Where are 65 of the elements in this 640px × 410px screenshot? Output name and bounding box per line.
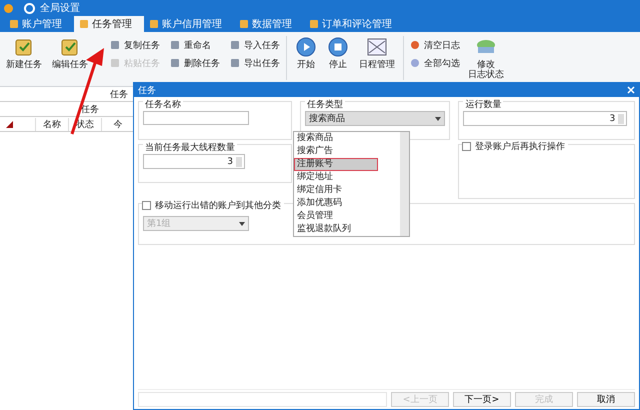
square-icon: [230, 58, 240, 68]
input-field[interactable]: [143, 111, 249, 125]
app-logo-icon: [4, 4, 13, 12]
dropdown-option[interactable]: 搜索广告: [294, 145, 394, 158]
field-label: 运行数量: [463, 98, 504, 111]
group-label: 任务: [110, 88, 128, 100]
square-icon: [170, 58, 180, 68]
tab-icon: [10, 20, 18, 28]
dialog-button[interactable]: 取消: [577, 392, 635, 407]
square-icon: [110, 40, 120, 50]
dot-icon: [410, 40, 420, 50]
tab[interactable]: 订单和评论管理: [304, 16, 404, 32]
tab[interactable]: 任务管理: [74, 16, 144, 32]
column-header[interactable]: 名称: [35, 118, 68, 130]
square-icon: [230, 40, 240, 50]
dropdown-option[interactable]: 搜索商品: [294, 132, 394, 145]
tab[interactable]: 账户信用管理: [144, 16, 234, 32]
stop-icon: [327, 36, 349, 58]
sort-icon: [6, 120, 13, 128]
dropdown-option[interactable]: 会员管理: [294, 210, 394, 223]
dropdown-option[interactable]: 添加优惠码: [294, 197, 394, 210]
tab-icon: [80, 20, 88, 28]
ribbon-button[interactable]: 删除任务: [170, 54, 220, 72]
play-icon: [295, 36, 317, 58]
tab[interactable]: 账户管理: [4, 16, 74, 32]
dropdown-option[interactable]: 监视退款队列: [294, 223, 394, 236]
ribbon-button[interactable]: 日程管理: [357, 36, 397, 71]
window-title: 全局设置: [40, 2, 80, 15]
dialog-button[interactable]: 下一页>: [453, 392, 511, 407]
ribbon-button[interactable]: 新建任务: [4, 36, 44, 71]
square-icon: [110, 58, 120, 68]
number-field[interactable]: 3: [143, 154, 245, 169]
tab-icon: [310, 20, 318, 28]
dropdown-option[interactable]: 绑定地址: [294, 171, 394, 184]
tab-icon: [150, 20, 158, 28]
dot-icon: [410, 58, 420, 68]
ribbon-button[interactable]: 清空日志: [410, 36, 460, 54]
scrollbar[interactable]: [400, 132, 409, 236]
ribbon-button[interactable]: 导出任务: [230, 54, 280, 72]
dialog-title: 任务: [138, 84, 156, 96]
ribbon-button[interactable]: 全部勾选: [410, 54, 460, 72]
dropdown-field[interactable]: 搜索商品: [305, 111, 446, 126]
ribbon-button[interactable]: 停止: [325, 36, 351, 71]
table-title: 任务: [81, 104, 99, 116]
checkbox[interactable]: 登录账户后再执行操作: [462, 140, 568, 153]
tab-icon: [240, 20, 248, 28]
tab[interactable]: 数据管理: [234, 16, 304, 32]
settings-icon[interactable]: [24, 2, 35, 14]
ribbon-button[interactable]: 编辑任务: [50, 36, 90, 71]
number-field[interactable]: 3: [463, 111, 628, 126]
ribbon-button[interactable]: 重命名: [170, 36, 220, 54]
ribbon-button[interactable]: 开始: [293, 36, 319, 71]
close-icon[interactable]: [627, 86, 635, 94]
checkbox[interactable]: 移动运行出错的账户到其他分类: [142, 199, 284, 212]
field-label: 当前任务最大线程数量: [143, 141, 237, 154]
ribbon-button[interactable]: 导入任务: [230, 36, 280, 54]
dropdown-arrow-icon: [435, 116, 442, 120]
dropdown-option[interactable]: 注册账号: [294, 158, 378, 171]
ribbon-button[interactable]: 复制任务: [110, 36, 160, 54]
dropdown-option[interactable]: 绑定信用卡: [294, 184, 394, 197]
ribbon-button[interactable]: 修改 日志状态: [466, 36, 506, 81]
field-label: 任务名称: [143, 98, 183, 111]
dropdown-arrow-icon: [239, 222, 245, 226]
square-icon: [170, 40, 180, 50]
field-label: 任务类型: [305, 98, 346, 111]
